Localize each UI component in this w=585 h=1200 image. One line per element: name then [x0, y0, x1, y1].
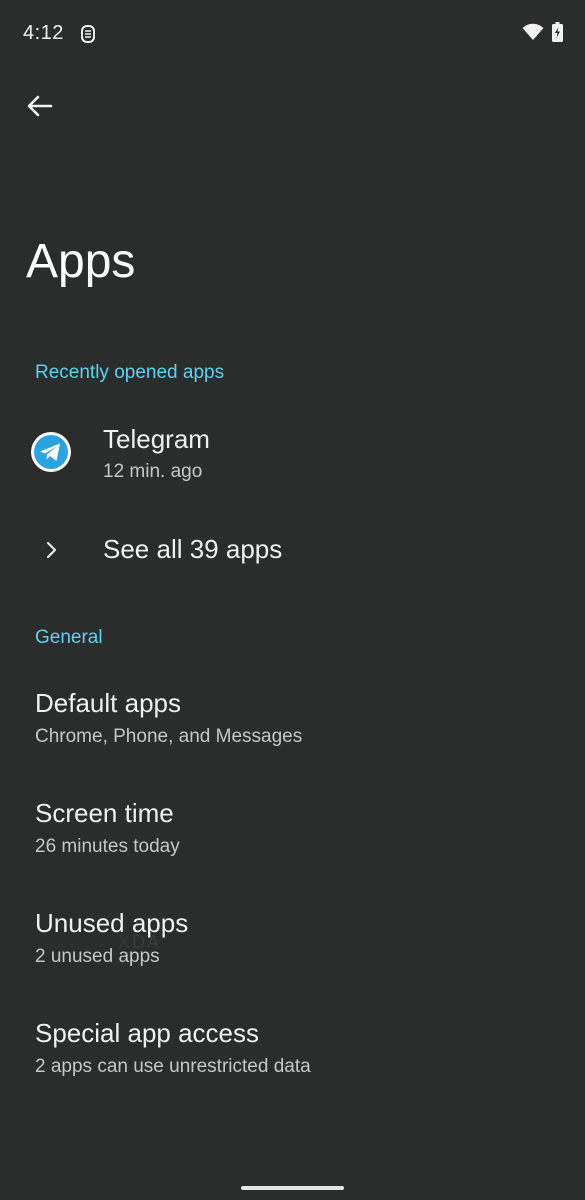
general-item-title: Screen time [35, 798, 174, 828]
general-item-title: Default apps [35, 688, 181, 718]
wifi-icon [522, 23, 544, 46]
chevron-right-icon [42, 538, 62, 562]
gesture-nav-handle[interactable] [241, 1186, 344, 1190]
general-item-title: Special app access [35, 1018, 260, 1048]
status-bar: 4:12 [0, 0, 585, 70]
general-item-subtitle: Chrome, Phone, and Messages [35, 726, 303, 747]
notification-app-icon [79, 23, 97, 45]
back-arrow-icon [27, 95, 53, 122]
battery-charging-icon [552, 22, 563, 47]
general-item-title: Unused apps [35, 908, 189, 938]
general-item-screen-time[interactable]: Screen time 26 minutes today [0, 798, 585, 864]
general-item-unused-apps[interactable]: Unused apps 2 unused apps [0, 908, 585, 974]
status-icons [522, 22, 563, 47]
watermark: XDA [118, 932, 162, 952]
status-time: 4:12 [23, 22, 64, 44]
general-item-subtitle: 2 apps can use unrestricted data [35, 1056, 311, 1077]
recent-app-time: 12 min. ago [103, 461, 203, 482]
general-item-special-app-access[interactable]: Special app access 2 apps can use unrest… [0, 1018, 585, 1084]
see-all-apps-label: See all 39 apps [103, 534, 283, 564]
telegram-icon [30, 431, 72, 473]
back-button[interactable] [20, 88, 60, 128]
section-header-recent: Recently opened apps [35, 362, 225, 383]
recent-app-telegram[interactable]: Telegram 12 min. ago [0, 422, 585, 486]
page-title: Apps [26, 235, 136, 288]
section-header-general: General [35, 627, 103, 648]
general-item-subtitle: 26 minutes today [35, 836, 180, 857]
recent-app-name: Telegram [103, 424, 210, 454]
general-item-default-apps[interactable]: Default apps Chrome, Phone, and Messages [0, 688, 585, 754]
see-all-apps-button[interactable]: See all 39 apps [0, 530, 585, 574]
